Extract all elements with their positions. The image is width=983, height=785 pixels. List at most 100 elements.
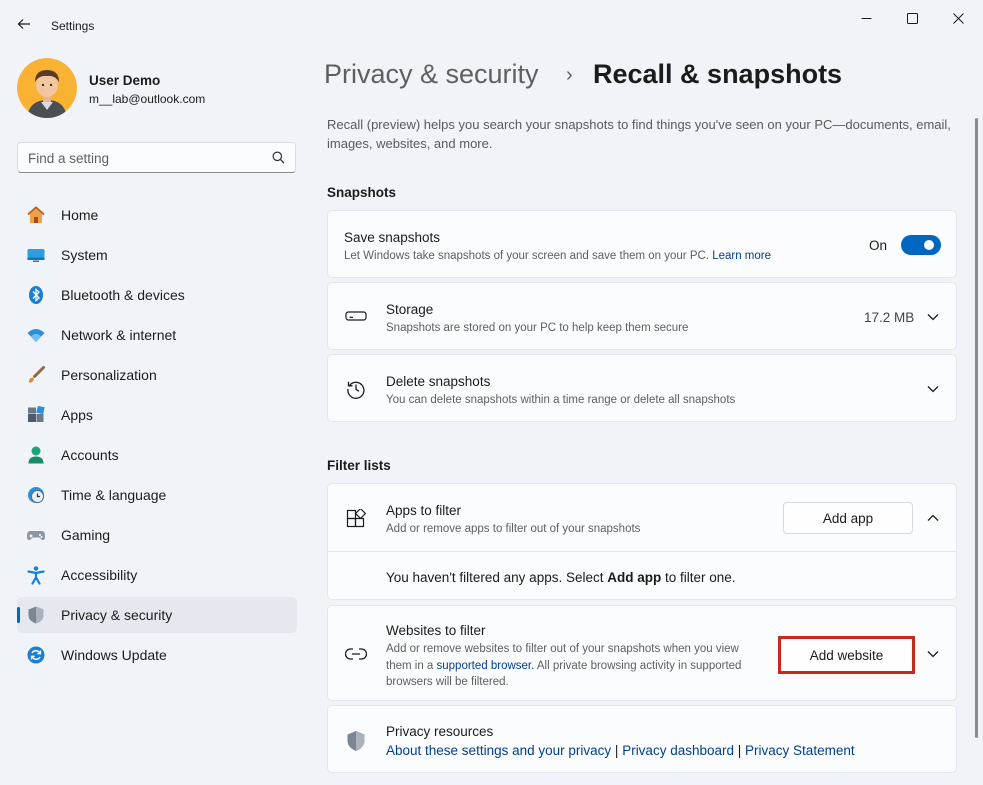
sidebar-item-label: Network & internet (61, 327, 177, 343)
shield-icon (26, 605, 46, 625)
user-email: m__lab@outlook.com (89, 92, 206, 106)
storage-title: Storage (386, 302, 434, 317)
link-separator: | (614, 743, 619, 758)
page-title: Recall & snapshots (593, 59, 843, 89)
active-indicator (17, 607, 20, 623)
storage-drive-icon (345, 311, 367, 321)
delete-snapshots-title: Delete snapshots (386, 374, 491, 389)
bluetooth-icon (26, 285, 46, 305)
update-icon (26, 645, 46, 665)
save-snapshots-toggle[interactable] (901, 235, 941, 255)
sidebar-item-label: Privacy & security (61, 607, 173, 623)
delete-snapshots-subtitle: You can delete snapshots within a time r… (386, 394, 736, 406)
title-bar: Settings (0, 0, 983, 46)
privacy-dashboard-link[interactable]: Privacy dashboard (622, 743, 734, 758)
sidebar-item-label: Time & language (61, 487, 167, 503)
sidebar-item-system[interactable]: System (17, 237, 297, 273)
sidebar-item-label: Windows Update (61, 647, 167, 663)
storage-subtitle: Snapshots are stored on your PC to help … (386, 322, 689, 334)
websites-expand-button[interactable] (918, 639, 948, 669)
save-snapshots-subtitle: Let Windows take snapshots of your scree… (344, 248, 771, 265)
brush-icon (26, 365, 46, 385)
sidebar-item-home[interactable]: Home (17, 197, 297, 233)
minimize-button[interactable] (843, 6, 889, 30)
save-snapshots-subtitle-text: Let Windows take snapshots of your scree… (344, 250, 709, 262)
sidebar-item-label: System (61, 247, 108, 263)
sidebar-item-label: Accounts (61, 447, 119, 463)
add-website-button[interactable]: Add website (783, 639, 910, 671)
close-button[interactable] (935, 6, 981, 30)
back-button[interactable] (10, 10, 38, 38)
sidebar-item-personalization[interactable]: Personalization (17, 357, 297, 393)
close-icon (952, 12, 964, 24)
user-name: User Demo (89, 73, 161, 88)
chevron-down-icon (927, 651, 939, 658)
supported-browser-link[interactable]: supported browser. (437, 660, 535, 672)
sidebar-item-label: Home (61, 207, 99, 223)
history-icon (347, 381, 365, 399)
gamepad-icon (26, 525, 46, 545)
empty-message-bold: Add app (607, 570, 662, 585)
app-title: Settings (51, 19, 95, 33)
storage-card[interactable]: Storage Snapshots are stored on your PC … (327, 282, 957, 350)
apps-to-filter-subtitle: Add or remove apps to filter out of your… (386, 523, 641, 535)
delete-expand-button[interactable] (918, 374, 948, 404)
save-snapshots-card: Save snapshots Let Windows take snapshot… (327, 210, 957, 278)
privacy-resources-card: Privacy resources About these settings a… (327, 705, 957, 773)
scrollbar[interactable] (975, 118, 978, 738)
accessibility-icon (26, 565, 46, 585)
breadcrumb-separator: › (566, 64, 573, 86)
storage-size: 17.2 MB (864, 310, 915, 325)
about-settings-link[interactable]: About these settings and your privacy (386, 743, 611, 758)
add-app-button[interactable]: Add app (783, 502, 913, 534)
link-icon (345, 648, 367, 660)
sidebar-item-label: Apps (61, 407, 93, 423)
empty-message-text: You haven't filtered any apps. Select (386, 570, 604, 585)
sidebar-item-apps[interactable]: Apps (17, 397, 297, 433)
delete-snapshots-card[interactable]: Delete snapshots You can delete snapshot… (327, 354, 957, 422)
snapshots-heading: Snapshots (327, 185, 397, 200)
privacy-statement-link[interactable]: Privacy Statement (745, 743, 855, 758)
sidebar-item-accounts[interactable]: Accounts (17, 437, 297, 473)
search-icon (272, 151, 285, 164)
sidebar-item-label: Personalization (61, 367, 157, 383)
apps-to-filter-card: Apps to filter Add or remove apps to fil… (327, 483, 957, 600)
sidebar-item-bluetooth[interactable]: Bluetooth & devices (17, 277, 297, 313)
chevron-down-icon (927, 314, 939, 321)
storage-expand-button[interactable] (918, 302, 948, 332)
filter-lists-heading: Filter lists (327, 458, 391, 473)
search-placeholder: Find a setting (28, 151, 110, 166)
privacy-resources-title: Privacy resources (386, 724, 494, 739)
sidebar-item-label: Bluetooth & devices (61, 287, 185, 303)
sidebar-item-label: Gaming (61, 527, 111, 543)
sidebar-item-time-language[interactable]: Time & language (17, 477, 297, 513)
chevron-up-icon (927, 514, 939, 521)
avatar[interactable] (17, 58, 77, 118)
account-icon (26, 445, 46, 465)
sidebar-item-windows-update[interactable]: Windows Update (17, 637, 297, 673)
divider (328, 551, 956, 552)
system-icon (26, 245, 46, 265)
privacy-resources-links: About these settings and your privacy | … (386, 743, 855, 758)
page-description: Recall (preview) helps you search your s… (327, 117, 951, 151)
breadcrumb-parent[interactable]: Privacy & security (324, 59, 539, 90)
learn-more-link[interactable]: Learn more (712, 250, 771, 262)
maximize-icon (906, 12, 918, 24)
apps-icon (26, 405, 46, 425)
save-snapshots-title: Save snapshots (344, 230, 441, 245)
sidebar-item-privacy-security[interactable]: Privacy & security (17, 597, 297, 633)
sidebar-item-network[interactable]: Network & internet (17, 317, 297, 353)
toggle-state-label: On (869, 238, 888, 253)
link-separator: | (737, 743, 742, 758)
apps-collapse-button[interactable] (918, 503, 948, 533)
sidebar-item-gaming[interactable]: Gaming (17, 517, 297, 553)
websites-to-filter-card: Websites to filter Add or remove website… (327, 605, 957, 701)
back-arrow-icon (17, 19, 30, 29)
clock-globe-icon (26, 485, 46, 505)
home-icon (26, 205, 46, 225)
maximize-button[interactable] (889, 6, 935, 30)
sidebar-item-label: Accessibility (61, 567, 138, 583)
search-input[interactable]: Find a setting (17, 142, 296, 173)
sidebar-item-accessibility[interactable]: Accessibility (17, 557, 297, 593)
wifi-icon (26, 325, 46, 345)
